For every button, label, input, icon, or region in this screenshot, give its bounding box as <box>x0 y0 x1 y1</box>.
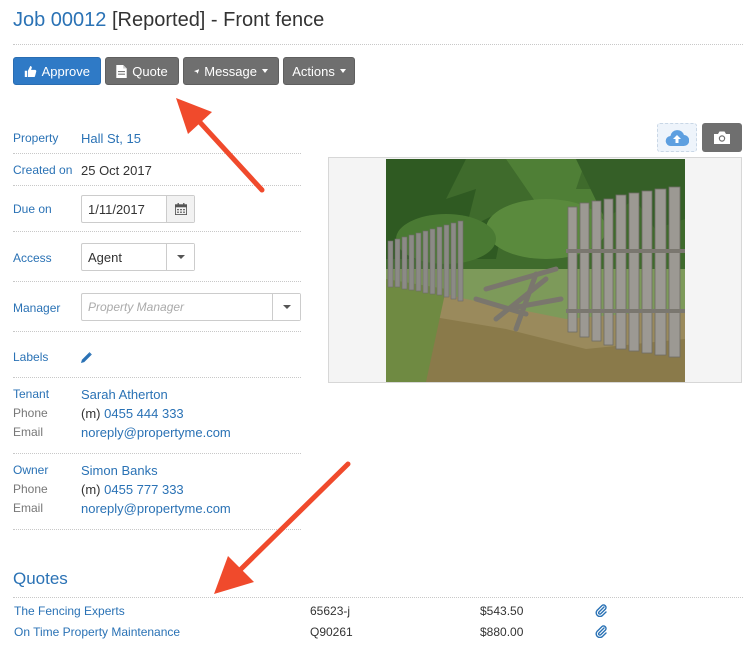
due-date-input[interactable]: 1/11/2017 <box>81 195 195 223</box>
tenant-phone-label: Phone <box>13 406 48 420</box>
owner-phone-link[interactable]: 0455 777 333 <box>104 482 184 497</box>
tenant-email-label: Email <box>13 425 44 439</box>
calendar-icon <box>174 203 187 215</box>
job-number[interactable]: Job 00012 <box>13 9 106 31</box>
due-row: Due on 1/11/2017 <box>13 186 301 232</box>
access-value: Agent <box>88 249 122 265</box>
approve-button[interactable]: Approve <box>13 57 101 85</box>
due-date-value: 1/11/2017 <box>88 201 145 217</box>
quote-button[interactable]: Quote <box>105 57 179 85</box>
fence-photo-image <box>386 159 685 382</box>
actions-dropdown-button[interactable]: Actions <box>283 57 355 85</box>
actions-label: Actions <box>292 63 335 79</box>
access-row: Access Agent <box>13 232 301 282</box>
quote-reference: Q90261 <box>310 625 353 639</box>
due-label: Due on <box>13 202 52 216</box>
thumbs-up-icon <box>24 65 37 77</box>
owner-name-link[interactable]: Simon Banks <box>81 463 158 478</box>
approve-label: Approve <box>41 63 90 79</box>
access-dropdown-toggle[interactable] <box>166 244 194 270</box>
manager-row: Manager Property Manager <box>13 282 301 332</box>
quote-attachment-link[interactable] <box>595 625 607 641</box>
manager-dropdown-toggle[interactable] <box>272 294 300 320</box>
tenant-phone-type: (m) <box>81 406 101 421</box>
tenant-label: Tenant <box>13 387 50 401</box>
access-select[interactable]: Agent <box>81 243 195 271</box>
quote-row: On Time Property Maintenance Q90261 $880… <box>13 625 743 645</box>
owner-phone-type: (m) <box>81 482 101 497</box>
document-icon <box>116 64 127 78</box>
job-status-title: [Reported] - Front fence <box>106 9 325 31</box>
tenant-email-link[interactable]: noreply@propertyme.com <box>81 425 231 440</box>
created-value: 25 Oct 2017 <box>81 163 152 178</box>
pencil-icon <box>81 352 92 363</box>
created-row: Created on 25 Oct 2017 <box>13 154 301 186</box>
quote-amount: $880.00 <box>480 625 524 639</box>
quote-amount: $543.50 <box>480 604 524 618</box>
paperclip-icon <box>595 625 607 639</box>
camera-icon <box>714 131 730 144</box>
created-label: Created on <box>13 163 73 177</box>
property-row: Property Hall St, 15 <box>13 122 301 154</box>
quote-row: The Fencing Experts 65623-j $543.50 <box>13 604 743 624</box>
chevron-down-icon <box>262 69 268 73</box>
owner-email-label: Email <box>13 501 44 515</box>
page-title: Job 00012 [Reported] - Front fence <box>13 6 324 34</box>
chevron-down-icon <box>339 69 346 73</box>
property-label: Property <box>13 131 59 145</box>
quote-supplier-link[interactable]: The Fencing Experts <box>14 604 125 618</box>
message-dropdown-button[interactable]: Message <box>183 57 279 85</box>
photo-panel <box>328 157 742 383</box>
manager-label: Manager <box>13 301 61 315</box>
tenant-phone-link[interactable]: 0455 444 333 <box>104 406 184 421</box>
quotes-divider <box>13 597 743 598</box>
title-divider <box>13 44 743 45</box>
tenant-name-link[interactable]: Sarah Atherton <box>81 387 168 402</box>
upload-photo-button[interactable] <box>657 123 697 152</box>
access-label: Access <box>13 251 52 265</box>
message-label: Message <box>204 63 257 79</box>
edit-labels-button[interactable] <box>81 350 92 368</box>
property-link[interactable]: Hall St, 15 <box>81 131 141 146</box>
chevron-down-icon <box>176 255 185 259</box>
quotes-section-title: Quotes <box>13 569 68 588</box>
labels-label: Labels <box>13 350 49 364</box>
quote-label: Quote <box>132 63 168 79</box>
manager-placeholder: Property Manager <box>88 300 185 314</box>
job-photo[interactable] <box>386 159 685 382</box>
paper-plane-icon <box>194 68 200 74</box>
quote-reference: 65623-j <box>310 604 351 618</box>
action-toolbar: Approve Quote Message Actions <box>13 57 355 85</box>
take-photo-button[interactable] <box>702 123 742 152</box>
owner-block: Owner Simon Banks Phone (m) 0455 777 333… <box>13 454 301 530</box>
tenant-block: Tenant Sarah Atherton Phone (m) 0455 444… <box>13 378 301 454</box>
quote-attachment-link[interactable] <box>595 604 607 620</box>
owner-email-link[interactable]: noreply@propertyme.com <box>81 501 231 516</box>
chevron-down-icon <box>282 305 291 309</box>
quote-supplier-link[interactable]: On Time Property Maintenance <box>14 625 180 639</box>
paperclip-icon <box>595 604 607 618</box>
labels-row: Labels <box>13 332 301 378</box>
calendar-button[interactable] <box>166 196 194 222</box>
cloud-upload-icon <box>665 129 689 146</box>
owner-label: Owner <box>13 463 49 477</box>
manager-select[interactable]: Property Manager <box>81 293 301 321</box>
owner-phone-label: Phone <box>13 482 48 496</box>
